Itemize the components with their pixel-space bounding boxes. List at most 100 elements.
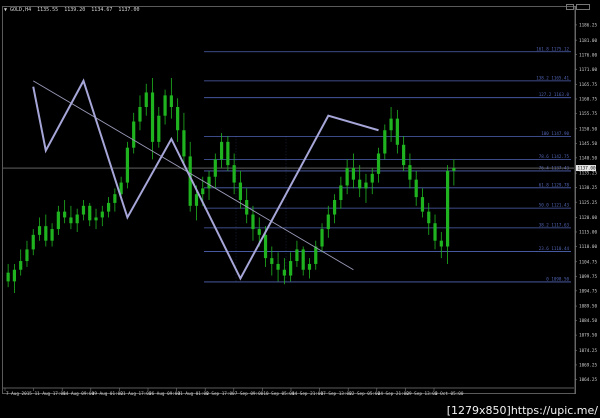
candle-body [364,182,368,189]
time-tick-label: 7 Aug 2015 [6,391,32,397]
time-tick-label: 21 Aug 17:00 [120,391,151,397]
candle-body [132,121,136,148]
price-tick-label: 1064.25 [579,377,598,383]
candle-body [56,211,60,230]
candle-body [63,211,67,218]
candle-body [81,205,86,215]
price-tick-label: 1089.50 [579,304,598,310]
candle-body [389,118,393,131]
candle-body [207,176,211,189]
fib-level-label: 0 1098.50 [546,276,569,281]
candle-body [44,226,48,241]
candle-body [31,234,35,250]
price-tick-label: 1145.50 [579,141,598,147]
candle-body [176,107,180,131]
zigzag-line [32,78,379,281]
candle-body [182,130,186,157]
price-tick-label: 1120.00 [579,215,598,221]
candle-body [358,179,362,189]
price-tick-label: 1099.75 [579,274,598,280]
candle-body [238,182,243,200]
candle-body [25,249,29,262]
candle-body [69,217,73,224]
price-tick-label: 1125.25 [579,200,598,206]
price-tick-label: 1165.75 [579,82,598,88]
fib-level-label: 61.8 1129.78 [539,182,570,187]
time-tick-label: 10 Sep 05:00 [263,391,294,397]
candle-body [320,229,324,247]
candle-body [345,168,349,186]
fib-level-label: 50.0 1121.43 [539,203,570,208]
candle-body [6,272,10,282]
candle-body [226,141,230,166]
candle-body [414,179,418,198]
candle-body [100,211,104,218]
price-tick-label: 1074.25 [579,348,598,354]
trend-line [33,80,354,271]
fib-level-label: 78.6 1142.75 [539,154,570,159]
candle-body [113,194,117,203]
current-price-label: 1137.00 [578,166,597,172]
price-tick-label: 1155.75 [579,111,598,117]
price-tick-label: 1186.25 [579,22,598,28]
price-tick-label: 1130.25 [579,185,598,191]
candle-body [376,153,381,174]
time-tick-label: 2 Oct 05:00 [435,391,464,397]
price-tick-label: 1140.50 [579,155,598,161]
candle-body [50,229,54,241]
candle-body [282,269,286,276]
candle-body [351,168,356,180]
price-tick-label: 1094.75 [579,288,598,294]
candle-body [169,95,173,107]
candle-body [12,269,17,282]
price-tick-label: 1176.00 [579,52,598,58]
candle-body [201,188,205,195]
candle-body [194,194,199,206]
candle-body [370,173,374,183]
price-tick-label: 1150.50 [579,126,598,132]
time-tick-label: 2 Sep 17:00 [206,391,235,397]
time-tick-label: 26 Aug 09:00 [149,391,180,397]
candle-body [452,168,456,171]
candle-body [232,165,236,183]
candle-body [163,95,167,116]
candle-body [420,197,425,212]
candle-body [289,261,293,276]
price-tick-label: 1079.50 [579,333,598,339]
watermark-text: [1279x850]https://upic.me/ [446,404,598,417]
time-tick-label: 14 Sep 21:00 [292,391,323,397]
candle-body [295,249,299,262]
time-tick-label: 31 Aug 01:00 [178,391,209,397]
price-tick-label: 1160.75 [579,97,598,103]
candle-body [402,144,406,166]
time-tick-label: 22 Sep 05:00 [349,391,380,397]
candle-body [395,118,399,145]
candle-body [213,159,217,177]
candle-body [257,229,261,235]
price-chart: 161.8 1175.12 138.2 1165.41 127.2 1163.0 10… [3,6,598,397]
candle-body [251,214,255,230]
candle-body [433,223,437,241]
candle-body [157,115,161,142]
candle-body [383,130,387,154]
time-tick-label: 17 Sep 13:00 [321,391,352,397]
candle-body [88,205,92,221]
candle-body [75,214,79,224]
candle-body [339,185,343,200]
candle-body [307,263,312,270]
price-tick-label: 1084.50 [579,318,598,324]
fib-level-label: 23.6 1110.44 [539,246,570,251]
price-tick-label: 1115.00 [579,230,598,236]
time-tick-label: 24 Sep 21:00 [378,391,409,397]
candle-body [19,261,23,270]
price-tick-label: 1181.00 [579,38,598,44]
candle-body [326,214,330,230]
candle-body [439,240,443,247]
candle-body [125,147,130,183]
candle-body [314,246,318,264]
time-tick-label: 7 Sep 09:00 [235,391,264,397]
fib-level-label: 127.2 1163.0 [539,92,570,97]
candle-body [427,211,431,224]
candle-body [263,234,268,259]
time-tick-label: 29 Sep 13:00 [406,391,437,397]
